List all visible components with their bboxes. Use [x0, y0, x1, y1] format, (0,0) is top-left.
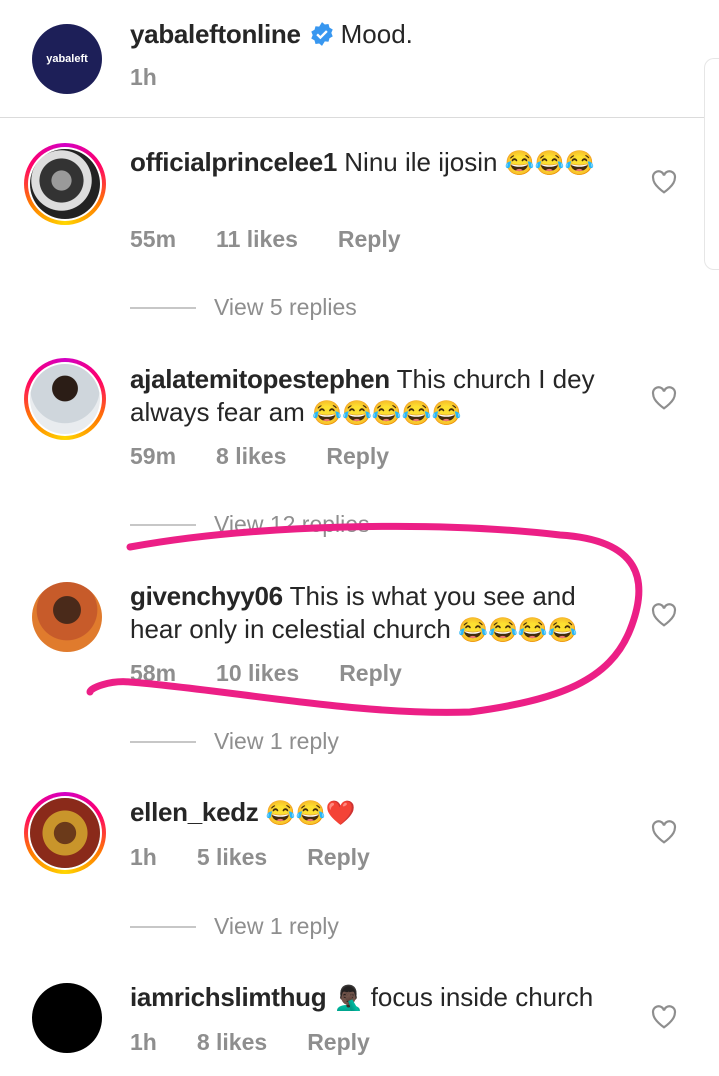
comment-emojis: 😂😂😂😂😂 [312, 400, 462, 427]
comment-text: ajalatemitopestephen This church I dey a… [130, 363, 630, 430]
heart-icon[interactable] [651, 1005, 677, 1029]
comment-text: iamrichslimthug 🤦🏿‍♂️ focus inside churc… [130, 981, 630, 1015]
comment-username[interactable]: ellen_kedz [130, 797, 259, 827]
comment-text: ellen_kedz 😂😂❤️ [130, 796, 630, 830]
comment-likes[interactable]: 5 likes [197, 844, 267, 871]
comment-likes[interactable]: 11 likes [216, 226, 298, 253]
view-replies-button[interactable]: View 12 replies [130, 511, 370, 538]
heart-icon[interactable] [651, 603, 677, 627]
comment-time: 1h [130, 844, 157, 870]
comment-emojis: 😂😂😂😂 [458, 617, 578, 644]
comment-body: focus inside church [370, 982, 594, 1012]
commenter-avatar[interactable] [32, 983, 102, 1053]
comment-body: Ninu ile ijosin [344, 147, 498, 177]
reply-button[interactable]: Reply [326, 443, 389, 470]
comment-time: 1h [130, 1029, 157, 1055]
comment-username[interactable]: ajalatemitopestephen [130, 364, 390, 394]
caption-divider [0, 117, 719, 118]
comment-time: 59m [130, 443, 177, 469]
reply-button[interactable]: Reply [307, 1029, 370, 1056]
story-ring[interactable] [24, 143, 106, 225]
post-caption: yabaleft yabaleftonline Mood. 1h [0, 0, 719, 118]
reply-button[interactable]: Reply [307, 844, 370, 871]
commenter-avatar[interactable] [30, 364, 100, 434]
story-ring[interactable] [24, 358, 106, 440]
reply-button[interactable]: Reply [339, 660, 402, 687]
heart-icon[interactable] [651, 386, 677, 410]
comment-username[interactable]: iamrichslimthug [130, 982, 327, 1012]
view-replies-button[interactable]: View 1 reply [130, 728, 339, 755]
commenter-avatar[interactable] [30, 149, 100, 219]
avatar-logo-text: yabaleft [46, 53, 88, 65]
reply-button[interactable]: Reply [338, 226, 401, 253]
view-replies-button[interactable]: View 5 replies [130, 294, 357, 321]
commenter-avatar[interactable] [30, 798, 100, 868]
story-ring[interactable] [24, 792, 106, 874]
post-author-username[interactable]: yabaleftonline [130, 19, 301, 49]
comment-emojis: 😂😂❤️ [265, 800, 356, 827]
comment-emojis: 🤦🏿‍♂️ [333, 985, 364, 1012]
comment-text: givenchyy06 This is what you see and hea… [130, 580, 630, 647]
scrollbar[interactable] [704, 58, 719, 270]
view-replies-button[interactable]: View 1 reply [130, 913, 339, 940]
comment-likes[interactable]: 8 likes [197, 1029, 267, 1056]
verified-badge-icon [310, 22, 333, 46]
post-author-avatar[interactable]: yabaleft [32, 24, 102, 94]
comment-username[interactable]: givenchyy06 [130, 581, 283, 611]
post-caption-text: Mood. [340, 19, 413, 49]
commenter-avatar[interactable] [32, 582, 102, 652]
post-time: 1h [130, 64, 157, 90]
comment-text: officialprincelee1 Ninu ile ijosin 😂😂😂 [130, 146, 630, 180]
heart-icon[interactable] [651, 820, 677, 844]
comment-username[interactable]: officialprincelee1 [130, 147, 337, 177]
comment-likes[interactable]: 10 likes [216, 660, 299, 687]
comment-time: 58m [130, 660, 177, 686]
comment-emojis: 😂😂😂 [504, 150, 595, 177]
comment-time: 55m [130, 226, 177, 252]
heart-icon[interactable] [651, 170, 677, 194]
comment-likes[interactable]: 8 likes [216, 443, 286, 470]
